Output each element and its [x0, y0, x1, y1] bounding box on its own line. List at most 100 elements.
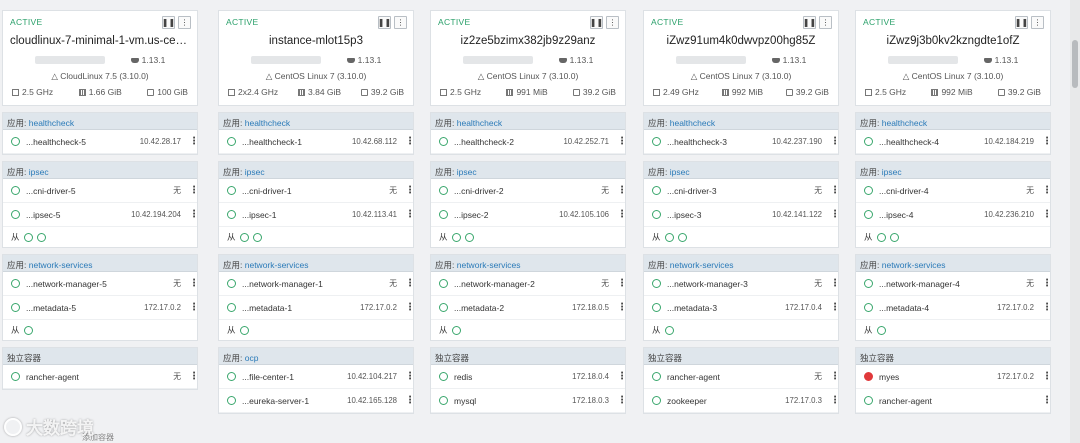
container-row[interactable]: ...cni-driver-3 无 ⋮ — [644, 179, 840, 203]
sidekick-state-icon[interactable] — [876, 232, 886, 242]
container-name[interactable]: ...ipsec-1 — [242, 210, 352, 220]
container-menu-icon[interactable]: ⋮ — [405, 302, 415, 313]
container-name[interactable]: ...ipsec-5 — [26, 210, 131, 220]
sidekick-state-icon[interactable] — [677, 232, 687, 242]
sidekick-state-icon[interactable] — [464, 232, 474, 242]
container-row[interactable]: ...eureka-server-1 10.42.165.128 ⋮ — [219, 389, 415, 413]
container-menu-icon[interactable]: ⋮ — [1042, 371, 1052, 382]
container-row[interactable]: ...ipsec-1 10.42.113.41 ⋮ — [219, 203, 415, 227]
container-menu-icon[interactable]: ⋮ — [830, 302, 840, 313]
container-menu-icon[interactable]: ⋮ — [617, 302, 627, 313]
container-menu-icon[interactable]: ⋮ — [405, 185, 415, 196]
page-scrollbar[interactable] — [1070, 0, 1080, 443]
scrollbar-thumb[interactable] — [1072, 40, 1078, 88]
container-row[interactable]: ...healthcheck-5 10.42.28.17 ⋮ — [3, 130, 199, 154]
stack-link[interactable]: ipsec — [457, 167, 477, 177]
container-name[interactable]: ...metadata-1 — [242, 303, 360, 313]
container-name[interactable]: zookeeper — [667, 396, 785, 406]
container-menu-icon[interactable]: ⋮ — [405, 395, 415, 406]
container-menu-icon[interactable]: ⋮ — [617, 371, 627, 382]
container-name[interactable]: ...cni-driver-2 — [454, 186, 601, 196]
container-name[interactable]: ...cni-driver-1 — [242, 186, 389, 196]
container-row[interactable]: ...metadata-1 172.17.0.2 ⋮ — [219, 296, 415, 320]
container-name[interactable]: ...network-manager-4 — [879, 279, 1026, 289]
container-name[interactable]: ...metadata-2 — [454, 303, 572, 313]
container-row[interactable]: ...metadata-5 172.17.0.2 ⋮ — [3, 296, 199, 320]
container-name[interactable]: ...network-manager-1 — [242, 279, 389, 289]
sidekick-state-icon[interactable] — [664, 232, 674, 242]
container-name[interactable]: ...network-manager-3 — [667, 279, 814, 289]
sidekick-state-icon[interactable] — [451, 232, 461, 242]
sidekick-state-icon[interactable] — [23, 232, 33, 242]
container-menu-icon[interactable]: ⋮ — [189, 185, 199, 196]
sidekick-state-icon[interactable] — [252, 232, 262, 242]
container-name[interactable]: ...metadata-4 — [879, 303, 997, 313]
container-row[interactable]: ...cni-driver-5 无 ⋮ — [3, 179, 199, 203]
container-menu-icon[interactable]: ⋮ — [405, 136, 415, 147]
container-menu-icon[interactable]: ⋮ — [617, 136, 627, 147]
container-menu-icon[interactable]: ⋮ — [189, 302, 199, 313]
container-name[interactable]: myes — [879, 372, 997, 382]
container-menu-icon[interactable]: ⋮ — [617, 209, 627, 220]
container-menu-icon[interactable]: ⋮ — [830, 371, 840, 382]
container-menu-icon[interactable]: ⋮ — [1042, 278, 1052, 289]
container-row[interactable]: ...healthcheck-2 10.42.252.71 ⋮ — [431, 130, 627, 154]
sidekick-state-icon[interactable] — [889, 232, 899, 242]
container-menu-icon[interactable]: ⋮ — [405, 209, 415, 220]
pause-button[interactable]: ❚❚ — [803, 16, 816, 29]
container-row[interactable]: ...network-manager-3 无 ⋮ — [644, 272, 840, 296]
container-row[interactable]: ...healthcheck-4 10.42.184.219 ⋮ — [856, 130, 1052, 154]
container-row[interactable]: ...cni-driver-1 无 ⋮ — [219, 179, 415, 203]
container-name[interactable]: ...ipsec-2 — [454, 210, 559, 220]
container-row[interactable]: ...metadata-3 172.17.0.4 ⋮ — [644, 296, 840, 320]
container-menu-icon[interactable]: ⋮ — [830, 278, 840, 289]
container-menu-icon[interactable]: ⋮ — [1042, 185, 1052, 196]
host-menu-button[interactable]: ⋮ — [394, 16, 407, 29]
container-row[interactable]: ...network-manager-2 无 ⋮ — [431, 272, 627, 296]
container-menu-icon[interactable]: ⋮ — [830, 395, 840, 406]
container-name[interactable]: ...network-manager-5 — [26, 279, 173, 289]
host-menu-button[interactable]: ⋮ — [178, 16, 191, 29]
stack-link[interactable]: network-services — [29, 260, 93, 270]
container-name[interactable]: rancher-agent — [667, 372, 814, 382]
pause-button[interactable]: ❚❚ — [378, 16, 391, 29]
container-menu-icon[interactable]: ⋮ — [1042, 209, 1052, 220]
host-name[interactable]: iZwz91um4k0dwvpz00hg85Z — [651, 35, 831, 47]
stack-link[interactable]: network-services — [245, 260, 309, 270]
sidekick-state-icon[interactable] — [664, 325, 674, 335]
sidekick-state-icon[interactable] — [876, 325, 886, 335]
container-name[interactable]: ...eureka-server-1 — [242, 396, 347, 406]
container-menu-icon[interactable]: ⋮ — [617, 185, 627, 196]
sidekick-state-icon[interactable] — [23, 325, 33, 335]
container-menu-icon[interactable]: ⋮ — [617, 395, 627, 406]
container-menu-icon[interactable]: ⋮ — [1042, 395, 1052, 406]
container-row[interactable]: rancher-agent ⋮ — [856, 389, 1052, 413]
container-name[interactable]: ...metadata-3 — [667, 303, 785, 313]
container-name[interactable]: rancher-agent — [26, 372, 173, 382]
sidekick-state-icon[interactable] — [239, 232, 249, 242]
container-row[interactable]: rancher-agent 无 ⋮ — [3, 365, 199, 389]
container-row[interactable]: ...metadata-4 172.17.0.2 ⋮ — [856, 296, 1052, 320]
container-name[interactable]: ...healthcheck-2 — [454, 137, 563, 147]
container-name[interactable]: ...ipsec-4 — [879, 210, 984, 220]
container-menu-icon[interactable]: ⋮ — [830, 136, 840, 147]
container-row[interactable]: redis 172.18.0.4 ⋮ — [431, 365, 627, 389]
sidekick-state-icon[interactable] — [451, 325, 461, 335]
container-row[interactable]: ...ipsec-4 10.42.236.210 ⋮ — [856, 203, 1052, 227]
stack-link[interactable]: ocp — [245, 353, 259, 363]
stack-link[interactable]: healthcheck — [670, 118, 715, 128]
stack-link[interactable]: healthcheck — [882, 118, 927, 128]
container-menu-icon[interactable]: ⋮ — [1042, 136, 1052, 147]
container-menu-icon[interactable]: ⋮ — [189, 136, 199, 147]
container-name[interactable]: ...healthcheck-5 — [26, 137, 140, 147]
container-row[interactable]: zookeeper 172.17.0.3 ⋮ — [644, 389, 840, 413]
container-name[interactable]: ...healthcheck-1 — [242, 137, 352, 147]
container-row[interactable]: rancher-agent 无 ⋮ — [644, 365, 840, 389]
stack-link[interactable]: network-services — [457, 260, 521, 270]
container-row[interactable]: ...ipsec-5 10.42.194.204 ⋮ — [3, 203, 199, 227]
stack-link[interactable]: healthcheck — [245, 118, 290, 128]
container-menu-icon[interactable]: ⋮ — [1042, 302, 1052, 313]
container-row[interactable]: mysql 172.18.0.3 ⋮ — [431, 389, 627, 413]
container-name[interactable]: ...cni-driver-5 — [26, 186, 173, 196]
container-name[interactable]: ...cni-driver-4 — [879, 186, 1026, 196]
